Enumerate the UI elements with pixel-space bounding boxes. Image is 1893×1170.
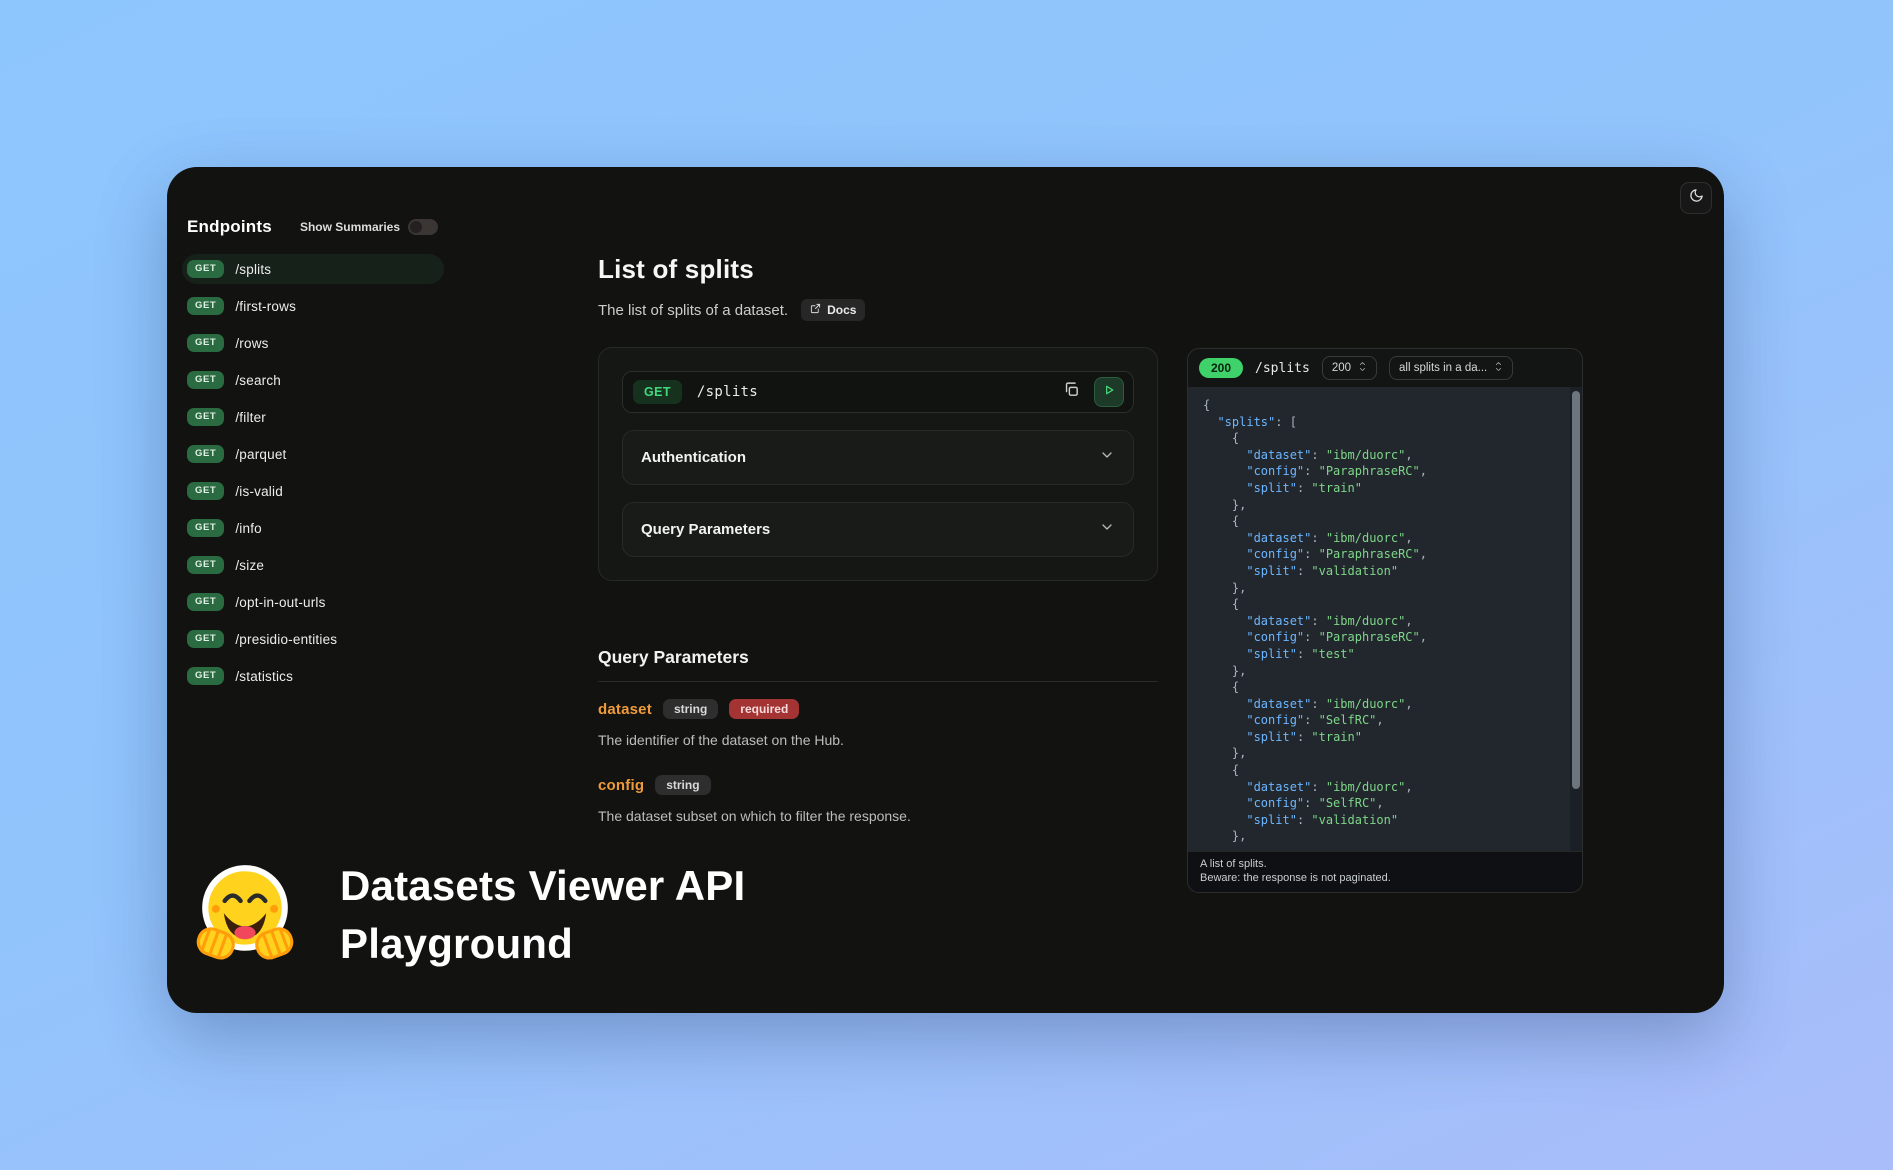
sidebar-item-filter[interactable]: GET/filter (182, 402, 444, 432)
chevron-down-icon (1099, 519, 1115, 540)
method-badge: GET (187, 556, 224, 574)
method-badge: GET (187, 334, 224, 352)
method-badge: GET (187, 630, 224, 648)
sidebar-item-presidio-entities[interactable]: GET/presidio-entities (182, 624, 444, 654)
brand: Datasets Viewer API Playground (192, 857, 745, 973)
status-select[interactable]: 200 (1322, 356, 1377, 380)
endpoint-path: /presidio-entities (235, 632, 337, 647)
endpoint-path: /first-rows (235, 299, 296, 314)
example-select-value: all splits in a da... (1399, 362, 1487, 374)
example-select[interactable]: all splits in a da... (1389, 356, 1513, 380)
method-badge: GET (187, 482, 224, 500)
sidebar-item-search[interactable]: GET/search (182, 365, 444, 395)
sidebar-item-info[interactable]: GET/info (182, 513, 444, 543)
endpoint-path: /info (235, 521, 262, 536)
param-type-badge: string (655, 775, 710, 795)
param-name: dataset (598, 701, 652, 718)
sidebar-item-opt-in-out-urls[interactable]: GET/opt-in-out-urls (182, 587, 444, 617)
request-path: /splits (697, 384, 758, 400)
chevron-up-down-icon (1494, 361, 1503, 375)
response-body: { "splits": [ { "dataset": "ibm/duorc", … (1203, 397, 1558, 845)
query-parameters-accordion[interactable]: Query Parameters (622, 502, 1134, 557)
app-title-line2: Playground (340, 915, 745, 973)
run-request-button[interactable] (1094, 377, 1124, 407)
status-badge: 200 (1199, 358, 1243, 378)
endpoint-path: /size (235, 558, 264, 573)
accordion-label: Authentication (641, 449, 746, 466)
param-description: The dataset subset on which to filter th… (598, 808, 1158, 824)
query-parameters-section: Query Parameters dataset string required Th… (598, 647, 1158, 824)
authentication-accordion[interactable]: Authentication (622, 430, 1134, 485)
app-card: Endpoints Show Summaries GET/splitsGET/f… (167, 167, 1724, 1013)
status-select-value: 200 (1332, 362, 1351, 374)
main-content: List of splits The list of splits of a d… (598, 255, 1158, 824)
external-link-icon (810, 303, 821, 317)
endpoint-path: /splits (235, 262, 271, 277)
toggle-knob (410, 221, 422, 233)
sidebar-item-parquet[interactable]: GET/parquet (182, 439, 444, 469)
sidebar-item-rows[interactable]: GET/rows (182, 328, 444, 358)
divider (598, 681, 1158, 682)
method-badge: GET (187, 519, 224, 537)
endpoint-path: /rows (235, 336, 268, 351)
app-title-line1: Datasets Viewer API (340, 857, 745, 915)
endpoint-path: /parquet (235, 447, 286, 462)
page-title: List of splits (598, 255, 1158, 283)
request-panel: GET /splits Authenticatio (598, 347, 1158, 581)
method-badge: GET (187, 408, 224, 426)
endpoint-description: The list of splits of a dataset. (598, 302, 788, 319)
response-footer: A list of splits. Beware: the response i… (1188, 851, 1582, 892)
theme-toggle-button[interactable] (1680, 182, 1712, 214)
sidebar-title: Endpoints (187, 217, 272, 237)
param-description: The identifier of the dataset on the Hub… (598, 732, 1158, 748)
param-config: config string The dataset subset on which … (598, 775, 1158, 824)
sidebar-item-is-valid[interactable]: GET/is-valid (182, 476, 444, 506)
sidebar-item-statistics[interactable]: GET/statistics (182, 661, 444, 691)
copy-button[interactable] (1057, 378, 1085, 406)
moon-icon (1689, 188, 1704, 208)
endpoint-path: /statistics (235, 669, 293, 684)
endpoint-path: /is-valid (235, 484, 283, 499)
section-title: Query Parameters (598, 647, 1158, 668)
params-list: dataset string required The identifier of t… (598, 699, 1158, 824)
chevron-down-icon (1099, 447, 1115, 468)
hugging-face-logo (192, 862, 298, 968)
method-badge: GET (187, 260, 224, 278)
scrollbar-thumb[interactable] (1572, 391, 1580, 789)
copy-icon (1063, 381, 1080, 403)
show-summaries-toggle[interactable] (408, 219, 438, 235)
endpoint-path: /search (235, 373, 281, 388)
method-badge: GET (187, 371, 224, 389)
endpoint-path: /filter (235, 410, 266, 425)
param-type-badge: string (663, 699, 718, 719)
docs-label: Docs (827, 303, 856, 317)
chevron-up-down-icon (1358, 361, 1367, 375)
sidebar-item-first-rows[interactable]: GET/first-rows (182, 291, 444, 321)
method-badge: GET (187, 667, 224, 685)
request-bar: GET /splits (622, 371, 1134, 413)
param-required-badge: required (729, 699, 799, 719)
param-name: config (598, 777, 644, 794)
response-note-line: Beware: the response is not paginated. (1200, 872, 1570, 886)
endpoint-path: /opt-in-out-urls (235, 595, 325, 610)
response-note-line: A list of splits. (1200, 858, 1570, 872)
accordion-label: Query Parameters (641, 521, 770, 538)
response-header: 200 /splits 200 all splits in a da... (1188, 349, 1582, 387)
response-path: /splits (1255, 361, 1310, 376)
sidebar-item-splits[interactable]: GET/splits (182, 254, 444, 284)
sidebar-item-size[interactable]: GET/size (182, 550, 444, 580)
show-summaries-label: Show Summaries (300, 220, 400, 234)
app-title: Datasets Viewer API Playground (340, 857, 745, 973)
endpoints-sidebar: Endpoints Show Summaries GET/splitsGET/f… (182, 217, 444, 698)
docs-button[interactable]: Docs (801, 299, 865, 321)
method-badge: GET (187, 593, 224, 611)
response-body-viewer[interactable]: { "splits": [ { "dataset": "ibm/duorc", … (1188, 387, 1582, 851)
response-panel: 200 /splits 200 all splits in a da... { … (1187, 348, 1583, 893)
param-dataset: dataset string required The identifier of t… (598, 699, 1158, 748)
request-method-badge: GET (633, 380, 682, 405)
method-badge: GET (187, 445, 224, 463)
endpoint-list: GET/splitsGET/first-rowsGET/rowsGET/sear… (182, 254, 444, 691)
play-icon (1102, 383, 1116, 402)
method-badge: GET (187, 297, 224, 315)
